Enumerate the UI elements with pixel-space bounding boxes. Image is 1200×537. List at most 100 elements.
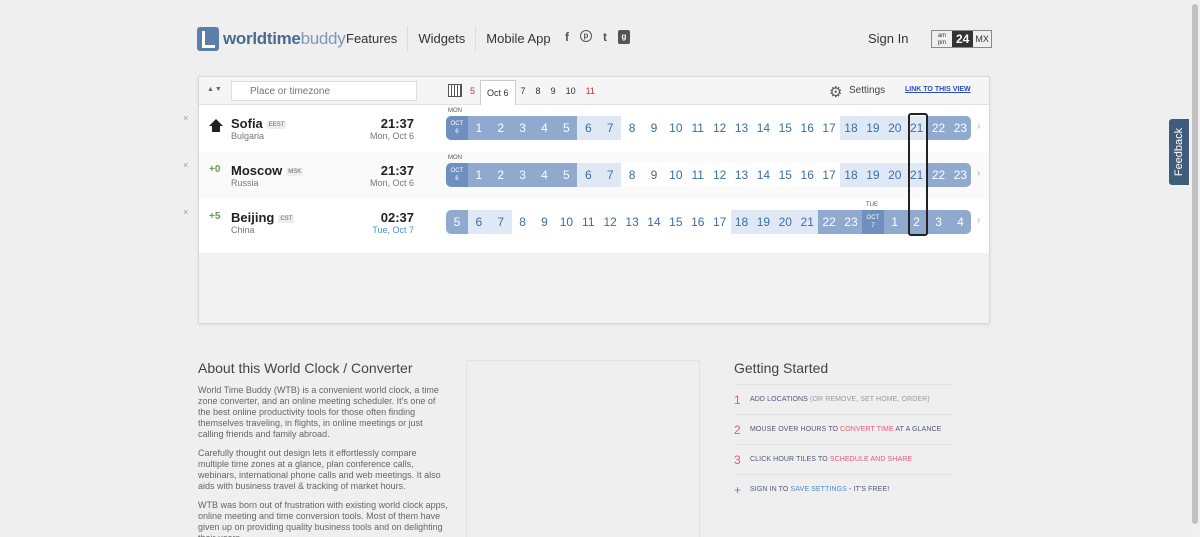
nav-widgets[interactable]: Widgets: [407, 26, 475, 52]
hour-cell[interactable]: 15: [774, 163, 797, 187]
date-item[interactable]: 9: [546, 86, 561, 96]
hour-cell[interactable]: 10: [664, 116, 687, 140]
hour-cell[interactable]: 19: [861, 116, 884, 140]
sort-arrows-icon[interactable]: ▲▼: [207, 86, 223, 93]
hour-cell[interactable]: 22: [818, 210, 841, 234]
scrollbar[interactable]: [1190, 0, 1200, 537]
hour-cell[interactable]: 22: [927, 163, 950, 187]
hour-cell[interactable]: 7: [599, 163, 622, 187]
hour-cell[interactable]: 21: [796, 210, 819, 234]
hour-cell[interactable]: 10: [555, 210, 578, 234]
calendar-icon[interactable]: [448, 84, 462, 97]
hour-cell[interactable]: 11: [686, 116, 709, 140]
hour-cell[interactable]: 16: [796, 163, 819, 187]
hour-cell[interactable]: 20: [883, 163, 906, 187]
format-ampm-button[interactable]: am pm: [932, 31, 952, 47]
hour-cell[interactable]: 4: [533, 116, 556, 140]
pinterest-icon[interactable]: p: [580, 30, 592, 42]
hour-cell[interactable]: 15: [774, 116, 797, 140]
step-item[interactable]: 3 CLICK HOUR TILES TO SCHEDULE AND SHARE: [734, 444, 952, 474]
hour-cell[interactable]: 3: [511, 116, 534, 140]
date-item[interactable]: 5: [465, 86, 480, 96]
hour-cell[interactable]: 5: [446, 210, 468, 234]
date-item[interactable]: 8: [531, 86, 546, 96]
date-item[interactable]: 10: [561, 86, 581, 96]
hour-cell[interactable]: 6: [577, 163, 600, 187]
hour-cell[interactable]: 10: [664, 163, 687, 187]
hour-cell[interactable]: 14: [752, 163, 775, 187]
date-item[interactable]: 7: [516, 86, 531, 96]
hour-cell[interactable]: 7: [599, 116, 622, 140]
date-item[interactable]: 11: [581, 86, 600, 96]
remove-icon[interactable]: ×: [183, 207, 188, 217]
hour-cell[interactable]: 3: [511, 163, 534, 187]
hour-cell[interactable]: 6: [577, 116, 600, 140]
sign-in-link[interactable]: Sign In: [868, 31, 908, 46]
hour-cell[interactable]: 17: [708, 210, 731, 234]
chevron-right-icon[interactable]: ›: [977, 215, 980, 226]
facebook-icon[interactable]: f: [561, 30, 573, 44]
hour-cell[interactable]: 9: [643, 163, 665, 187]
hour-cell[interactable]: 19: [861, 163, 884, 187]
hour-cell[interactable]: 2: [489, 163, 512, 187]
hour-cell[interactable]: 19: [752, 210, 775, 234]
date-tag[interactable]: OCT 6: [446, 163, 468, 187]
hour-cell[interactable]: 16: [686, 210, 709, 234]
chevron-right-icon[interactable]: ›: [977, 121, 980, 132]
logo[interactable]: worldtimebuddy: [197, 25, 346, 53]
nav-mobile-app[interactable]: Mobile App: [475, 26, 560, 52]
feedback-tab[interactable]: Feedback: [1169, 119, 1189, 185]
hour-cell[interactable]: 8: [511, 210, 534, 234]
hour-cell[interactable]: 14: [752, 116, 775, 140]
hour-cell[interactable]: 18: [730, 210, 753, 234]
hour-cell[interactable]: 23: [840, 210, 862, 234]
chevron-right-icon[interactable]: ›: [977, 168, 980, 179]
hour-cell[interactable]: 2: [489, 116, 512, 140]
hour-cell[interactable]: 9: [643, 116, 665, 140]
format-mx-button[interactable]: MX: [973, 31, 991, 47]
hour-cell[interactable]: 12: [708, 163, 731, 187]
place-input[interactable]: [231, 81, 417, 101]
date-tag[interactable]: OCT 6: [446, 116, 468, 140]
remove-icon[interactable]: ×: [183, 160, 188, 170]
hour-cell[interactable]: 11: [686, 163, 709, 187]
hour-cell[interactable]: 5: [555, 163, 578, 187]
hour-cell[interactable]: 8: [621, 116, 644, 140]
twitter-icon[interactable]: t: [599, 30, 611, 44]
hour-cell[interactable]: 4: [949, 210, 972, 234]
hour-cell[interactable]: 20: [774, 210, 797, 234]
hour-cell[interactable]: 13: [730, 163, 753, 187]
hour-cell[interactable]: 18: [840, 163, 862, 187]
googleplus-icon[interactable]: g: [618, 30, 630, 44]
hour-cell[interactable]: 13: [730, 116, 753, 140]
step-item[interactable]: + SIGN IN TO SAVE SETTINGS - IT'S FREE!: [734, 474, 952, 504]
hour-cell[interactable]: 14: [643, 210, 665, 234]
home-icon[interactable]: [209, 119, 223, 132]
hour-cell[interactable]: 23: [949, 116, 972, 140]
hour-cell[interactable]: 20: [883, 116, 906, 140]
date-item-selected[interactable]: Oct 6: [480, 80, 516, 105]
hour-cell[interactable]: 4: [533, 163, 556, 187]
step-item[interactable]: 1 ADD LOCATIONS (OR REMOVE, SET HOME, OR…: [734, 384, 952, 414]
settings-button[interactable]: Settings: [849, 85, 885, 96]
hour-cell[interactable]: 13: [621, 210, 644, 234]
hour-cell[interactable]: 1: [883, 210, 906, 234]
gear-icon[interactable]: ⚙: [829, 83, 842, 101]
hour-cell[interactable]: 11: [577, 210, 600, 234]
hour-cell[interactable]: 12: [708, 116, 731, 140]
hour-cell[interactable]: 8: [621, 163, 644, 187]
hour-cell[interactable]: 16: [796, 116, 819, 140]
hour-cell[interactable]: 15: [664, 210, 687, 234]
hour-cell[interactable]: 18: [840, 116, 862, 140]
hour-cell[interactable]: 17: [818, 116, 841, 140]
hour-cell[interactable]: 9: [533, 210, 556, 234]
hour-cell[interactable]: 3: [927, 210, 950, 234]
hour-cell[interactable]: 22: [927, 116, 950, 140]
hour-cell[interactable]: 5: [555, 116, 578, 140]
format-24-button[interactable]: 24: [952, 31, 974, 47]
date-tag[interactable]: OCT 7: [861, 210, 884, 234]
remove-icon[interactable]: ×: [183, 113, 188, 123]
nav-features[interactable]: Features: [336, 26, 407, 52]
hour-cell[interactable]: 7: [489, 210, 512, 234]
hour-cell[interactable]: 1: [467, 116, 490, 140]
